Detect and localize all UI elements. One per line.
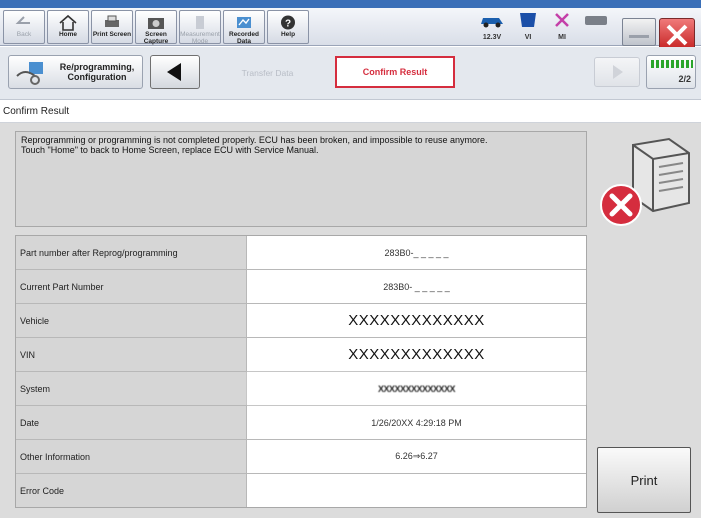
- row-value: 6.26⇒6.27: [247, 440, 586, 473]
- help-icon: ?: [281, 15, 295, 30]
- table-row: Date 1/26/20XX 4:29:18 PM: [16, 406, 586, 440]
- svg-text:?: ?: [285, 19, 291, 30]
- row-value: [247, 474, 586, 507]
- main-content: Reprogramming or programming is not comp…: [0, 123, 701, 518]
- mi-disconnected-icon: [555, 13, 569, 27]
- print-screen-button[interactable]: Print Screen: [91, 10, 133, 44]
- error-message-line2: Touch "Home" to back to Home Screen, rep…: [21, 145, 319, 155]
- window-title-bar: [0, 0, 701, 8]
- device-icon: [585, 16, 607, 25]
- help-button[interactable]: ? Help: [267, 10, 309, 44]
- row-value: XXXXXXXXXXXXX: [247, 304, 586, 337]
- table-row: Error Code: [16, 474, 586, 507]
- measurement-mode-button[interactable]: Measurement Mode: [179, 10, 221, 45]
- row-value: 1/26/20XX 4:29:18 PM: [247, 406, 586, 439]
- row-label: Vehicle: [16, 304, 247, 337]
- screen-capture-button[interactable]: Screen Capture: [135, 10, 177, 45]
- vi-indicator: VI: [514, 11, 542, 41]
- table-row: VIN XXXXXXXXXXXXX: [16, 338, 586, 372]
- error-x-icon: [600, 184, 642, 226]
- back-button[interactable]: Back: [3, 10, 45, 44]
- step-confirm-result: Confirm Result: [335, 56, 455, 88]
- row-value: XXXXXXXXXXXXXX: [247, 372, 586, 405]
- row-label: System: [16, 372, 247, 405]
- row-label: Other Information: [16, 440, 247, 473]
- previous-step-button[interactable]: [150, 55, 200, 89]
- left-triangle-icon: [167, 63, 181, 81]
- print-button[interactable]: Print: [597, 447, 691, 513]
- step-progress-indicator: 2/2: [646, 55, 696, 89]
- table-row: System XXXXXXXXXXXXXX: [16, 372, 586, 406]
- recorded-data-button[interactable]: Recorded Data: [223, 10, 265, 45]
- result-table: Part number after Reprog/programming 283…: [15, 235, 587, 508]
- row-label: Part number after Reprog/programming: [16, 236, 247, 269]
- reprogramming-icon: [16, 62, 43, 85]
- home-button[interactable]: Home: [47, 10, 89, 44]
- progress-bars: [651, 60, 693, 68]
- camera-icon: [148, 18, 164, 29]
- row-label: Date: [16, 406, 247, 439]
- next-step-button[interactable]: [594, 57, 640, 87]
- table-row: Other Information 6.26⇒6.27: [16, 440, 586, 474]
- home-icon: [59, 14, 77, 31]
- back-arrow-icon: [15, 16, 30, 24]
- row-value: XXXXXXXXXXXXX: [247, 338, 586, 371]
- meter-icon: [196, 16, 204, 29]
- page-title: Confirm Result: [0, 101, 701, 123]
- table-row: Vehicle XXXXXXXXXXXXX: [16, 304, 586, 338]
- mi-indicator: MI: [548, 11, 576, 41]
- row-label: Error Code: [16, 474, 247, 507]
- row-label: Current Part Number: [16, 270, 247, 303]
- printer-icon: [105, 15, 119, 27]
- step-transfer-data: Transfer Data: [241, 68, 294, 78]
- ecu-error-icon: [600, 137, 690, 226]
- reprogramming-configuration-button[interactable]: Re/programming, Configuration: [8, 55, 143, 89]
- table-row: Part number after Reprog/programming 283…: [16, 236, 586, 270]
- power-icon: [629, 35, 649, 38]
- error-message-line1: Reprogramming or programming is not comp…: [21, 135, 488, 145]
- vi-connection-icon: [520, 13, 536, 27]
- battery-voltage-indicator: 12.3V: [478, 11, 506, 41]
- row-label: VIN: [16, 338, 247, 371]
- error-message: Reprogramming or programming is not comp…: [15, 131, 587, 227]
- row-value: 283B0-_ _ _ _ _: [247, 236, 586, 269]
- table-row: Current Part Number 283B0- _ _ _ _ _: [16, 270, 586, 304]
- power-button[interactable]: [622, 18, 656, 46]
- device-status-indicator: [582, 11, 610, 41]
- row-value: 283B0- _ _ _ _ _: [247, 270, 586, 303]
- workflow-navigation: Re/programming, Configuration Transfer D…: [0, 47, 701, 100]
- recorded-data-icon: [237, 17, 251, 28]
- right-triangle-icon: [613, 65, 623, 79]
- toolbar: Back Home Print Screen Screen Capture Me…: [0, 8, 701, 52]
- car-icon: [481, 18, 503, 28]
